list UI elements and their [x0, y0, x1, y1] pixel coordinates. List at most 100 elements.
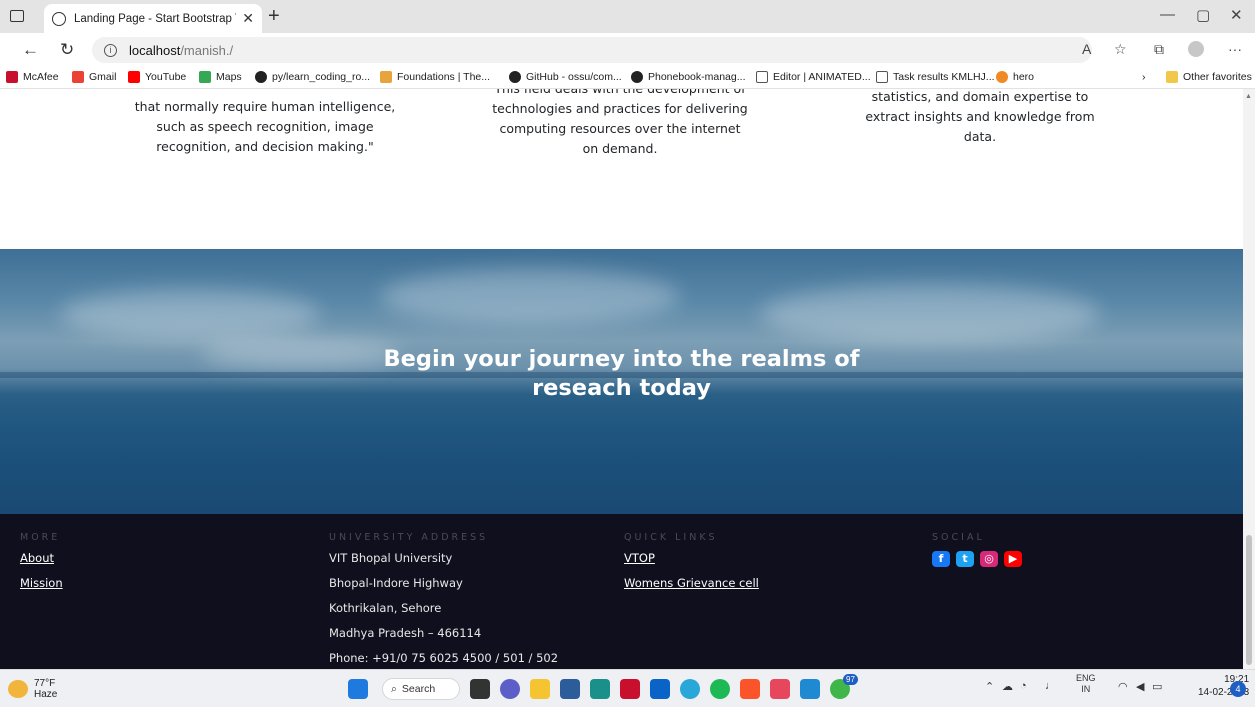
bookmark-editor[interactable]: Editor | ANIMATED... — [756, 71, 871, 83]
bookmark-task-results[interactable]: Task results KMLHJ... — [876, 71, 995, 83]
foundations-icon — [380, 71, 392, 83]
globe-icon — [52, 11, 66, 26]
twitter-icon[interactable]: t — [956, 551, 974, 567]
spotify-icon[interactable] — [710, 679, 730, 699]
taskbar-search[interactable]: ⌕ Search — [382, 678, 460, 700]
bookmark-foundations[interactable]: Foundations | The... — [380, 71, 490, 83]
cloud-shape — [60, 289, 320, 339]
cta-heading: Begin your journey into the realms of re… — [383, 346, 860, 401]
vscode-icon[interactable] — [800, 679, 820, 699]
bookmarks-bar: McAfee Gmail YouTube Maps py/learn_codin… — [0, 67, 1255, 89]
footer-address-heading: UNIVERSITY ADDRESS — [329, 532, 489, 543]
close-window-button[interactable]: ✕ — [1230, 6, 1243, 24]
youtube-icon — [128, 71, 140, 83]
cloud-shape — [760, 284, 1100, 344]
hero-icon — [996, 71, 1008, 83]
start-icon[interactable] — [348, 679, 368, 699]
language-indicator[interactable]: ENG IN — [1076, 673, 1096, 695]
footer-more-heading: MORE — [20, 532, 61, 543]
footer-link-mission[interactable]: Mission — [20, 576, 63, 601]
bookmark-gmail[interactable]: Gmail — [72, 71, 116, 83]
brave-icon[interactable] — [740, 679, 760, 699]
browser-tab-bar: Landing Page - Start Bootstrap Th ✕ + — … — [0, 0, 1255, 33]
footer-social-column: SOCIAL f t ◎ ▶ — [932, 532, 1022, 567]
feature-cloud-description: This field deals with the development of… — [492, 89, 748, 156]
refresh-icon[interactable]: ↻ — [60, 40, 74, 60]
footer-quick-links-column: QUICK LINKS VTOP Womens Grievance cell — [624, 532, 759, 601]
url-path: /manish./ — [180, 42, 234, 58]
meet-icon[interactable]: ◔ — [1020, 680, 1027, 692]
tab-actions-icon[interactable] — [8, 8, 26, 24]
site-info-icon[interactable]: i — [104, 43, 117, 57]
github-icon — [631, 71, 643, 83]
bookmark-mcafee[interactable]: McAfee — [6, 71, 59, 83]
bookmark-learn-coding[interactable]: py/learn_coding_ro... — [255, 71, 370, 83]
browser-tab[interactable]: Landing Page - Start Bootstrap Th ✕ — [44, 4, 262, 33]
page-scrollbar[interactable]: ▲ — [1243, 89, 1255, 669]
task-view-icon[interactable] — [470, 679, 490, 699]
bookmark-hero[interactable]: hero — [996, 71, 1034, 83]
footer-link-about[interactable]: About — [20, 551, 63, 576]
call-to-action-banner: Begin your journey into the realms of re… — [0, 249, 1243, 514]
file-explorer-icon[interactable] — [530, 679, 550, 699]
bookmark-phonebook[interactable]: Phonebook-manag... — [631, 71, 745, 83]
edge-icon[interactable] — [680, 679, 700, 699]
tab-title: Landing Page - Start Bootstrap Th — [74, 12, 237, 25]
footer-more-column: MORE About Mission — [20, 532, 63, 601]
volume-icon[interactable]: ◀ — [1136, 680, 1144, 693]
site-footer: MORE About Mission UNIVERSITY ADDRESS VI… — [0, 514, 1243, 669]
new-tab-button[interactable]: + — [268, 5, 280, 28]
page-viewport: that normally require human intelligence… — [0, 89, 1243, 669]
minimize-button[interactable]: — — [1160, 6, 1175, 23]
other-favorites[interactable]: Other favorites — [1166, 71, 1252, 83]
github-icon — [255, 71, 267, 83]
bookmarks-overflow-icon[interactable]: › — [1142, 71, 1146, 83]
maximize-button[interactable]: ▢ — [1196, 6, 1210, 24]
instagram-icon[interactable]: ◎ — [980, 551, 998, 567]
app-red-icon[interactable] — [770, 679, 790, 699]
url-field[interactable]: i localhost/manish./ — [92, 37, 1092, 63]
address-line: Madhya Pradesh – 466114 — [329, 626, 482, 640]
outlook-icon[interactable] — [650, 679, 670, 699]
address-line: Bhopal-Indore Highway — [329, 576, 463, 590]
page-icon — [756, 71, 768, 83]
bookmark-maps[interactable]: Maps — [199, 71, 242, 83]
facebook-icon[interactable]: f — [932, 551, 950, 567]
app-l-icon[interactable] — [590, 679, 610, 699]
collections-icon[interactable]: ⧉ — [1154, 41, 1164, 58]
weather-haze-icon — [8, 680, 28, 698]
youtube-icon[interactable]: ▶ — [1004, 551, 1022, 567]
profile-avatar[interactable] — [1188, 41, 1204, 57]
battery-icon[interactable]: ▭ — [1152, 680, 1162, 693]
mic-icon[interactable]: ♩ — [1045, 680, 1056, 692]
wifi-icon[interactable]: ◠ — [1118, 680, 1128, 693]
mcafee-taskbar-icon[interactable] — [620, 679, 640, 699]
store-icon[interactable] — [560, 679, 580, 699]
back-icon[interactable]: ← — [22, 40, 39, 60]
tray-overflow-icon[interactable]: ⌃ — [985, 680, 994, 693]
bookmark-youtube[interactable]: YouTube — [128, 71, 186, 83]
footer-link-vtop[interactable]: VTOP — [624, 551, 759, 576]
onedrive-icon[interactable]: ☁ — [1002, 680, 1013, 693]
scrollbar-thumb[interactable] — [1246, 535, 1252, 665]
address-bar-row: ← ↻ i localhost/manish./ A ☆ ⧉ ··· — [0, 33, 1255, 67]
favorite-icon[interactable]: ☆ — [1114, 41, 1127, 58]
footer-social-heading: SOCIAL — [932, 532, 985, 543]
windows-taskbar: 77°F Haze ⌕ Search 97 ⌃ ☁ ◔ ♩ ENG IN ◠ ◀ ▭… — [0, 669, 1255, 707]
search-icon: ⌕ — [391, 682, 397, 695]
footer-link-grievance[interactable]: Womens Grievance cell — [624, 576, 759, 601]
read-aloud-icon[interactable]: A — [1082, 41, 1091, 57]
more-menu-icon[interactable]: ··· — [1228, 41, 1242, 57]
feature-ai-description: that normally require human intelligence… — [134, 99, 396, 154]
chat-icon[interactable] — [500, 679, 520, 699]
bookmark-github-ossu[interactable]: GitHub - ossu/com... — [509, 71, 622, 83]
google-icon — [199, 71, 211, 83]
whatsapp-badge: 97 — [843, 674, 858, 685]
tab-close-icon[interactable]: ✕ — [242, 10, 254, 27]
scroll-up-arrow-icon[interactable]: ▲ — [1245, 93, 1252, 100]
notification-badge[interactable]: 4 — [1230, 681, 1246, 697]
url-host: localhost — [129, 42, 181, 58]
weather-widget[interactable]: 77°F Haze — [8, 678, 57, 700]
social-icons: f t ◎ ▶ — [932, 551, 1022, 567]
footer-quick-links-heading: QUICK LINKS — [624, 532, 718, 543]
